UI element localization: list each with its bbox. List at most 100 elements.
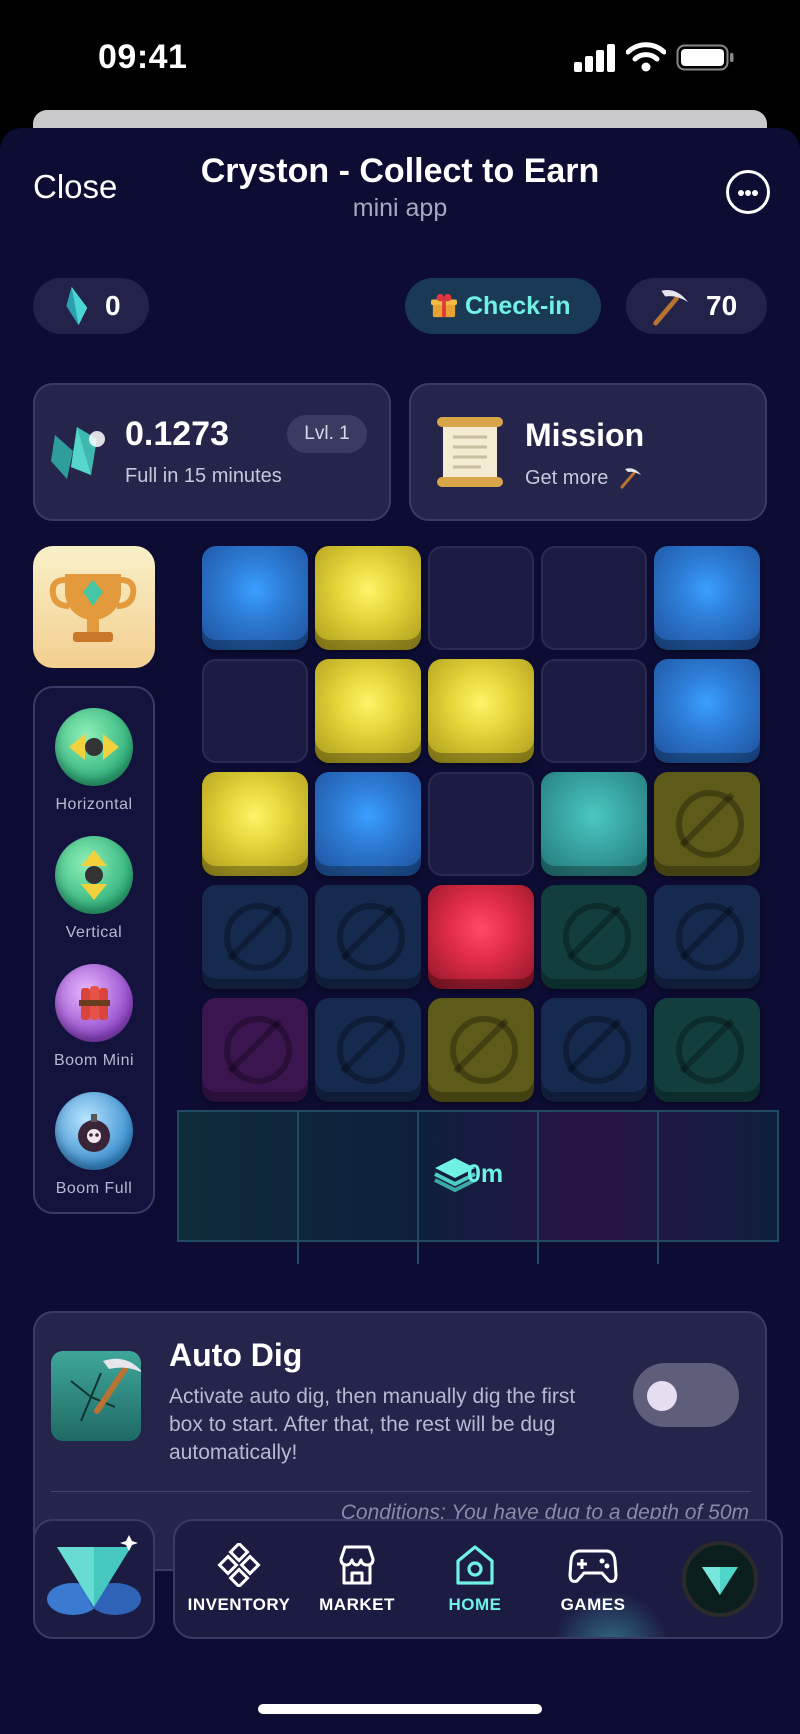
dynamite-icon xyxy=(79,986,110,1020)
vertical-orb-icon xyxy=(55,836,133,914)
nav-inventory[interactable]: INVENTORY xyxy=(183,1543,295,1615)
auto-dig-description: Activate auto dig, then manually dig the… xyxy=(169,1385,576,1464)
depth-indicator: 0m xyxy=(177,1110,779,1264)
depth-divider xyxy=(537,1112,539,1264)
tool-horizontal[interactable]: Horizontal xyxy=(35,708,153,814)
grid-cell-yellow[interactable] xyxy=(315,659,421,763)
depth-divider xyxy=(417,1112,419,1264)
cracked-block-pickaxe-icon xyxy=(70,1358,141,1422)
more-dot xyxy=(738,190,744,196)
home-icon xyxy=(456,1545,494,1585)
level-badge: Lvl. 1 xyxy=(287,415,367,453)
grid-cell-empty[interactable] xyxy=(428,772,534,876)
gamepad-icon xyxy=(568,1549,618,1583)
pickaxe-balance: 70 xyxy=(626,278,767,334)
mini-app-sheet: Close Cryston - Collect to Earn mini app… xyxy=(0,128,800,1734)
tool-boom-full[interactable]: Boom Full xyxy=(35,1092,153,1198)
vertical-arrows-icon xyxy=(81,850,107,900)
grid-cell-empty[interactable] xyxy=(202,659,308,763)
grid-cell-locked xyxy=(541,998,647,1102)
tool-label: Boom Mini xyxy=(53,1052,135,1069)
mining-rate-card[interactable]: 0.1273 Full in 15 minutes Lvl. 1 xyxy=(33,383,391,521)
mining-rate-value: 0.1273 xyxy=(125,415,229,453)
nav-label: MARKET xyxy=(319,1595,395,1614)
battery-icon xyxy=(676,44,734,71)
cryston-logo-icon xyxy=(702,1567,738,1595)
dig-grid xyxy=(202,546,760,1102)
tool-label: Vertical xyxy=(65,924,123,941)
grid-cell-locked xyxy=(654,998,760,1102)
scroll-icon xyxy=(437,417,503,487)
grid-cell-yellow[interactable] xyxy=(315,546,421,650)
mission-subtitle: Get more xyxy=(525,465,642,490)
pickaxe-icon xyxy=(653,289,689,326)
nav-label: HOME xyxy=(448,1595,502,1614)
grid-cell-empty[interactable] xyxy=(428,546,534,650)
status-bar: 09:41 xyxy=(0,0,800,110)
more-dot xyxy=(752,190,758,196)
bottom-nav: INVENTORY MARKET HOME GAMES xyxy=(173,1519,783,1639)
tool-vertical[interactable]: Vertical xyxy=(35,836,153,942)
grid-cell-locked xyxy=(202,998,308,1102)
divider xyxy=(51,1491,751,1492)
mission-card[interactable]: Mission Get more xyxy=(409,383,767,521)
gem-count: 0 xyxy=(105,290,121,321)
nav-market[interactable]: MARKET xyxy=(301,1543,413,1615)
grid-cell-blue[interactable] xyxy=(315,772,421,876)
nav-home[interactable]: HOME xyxy=(419,1543,531,1615)
boom-full-orb-icon xyxy=(55,1092,133,1170)
tool-boom-mini[interactable]: Boom Mini xyxy=(35,964,153,1070)
crystal-icon xyxy=(66,286,88,326)
tool-label: Boom Full xyxy=(55,1180,133,1197)
grid-cell-empty[interactable] xyxy=(541,659,647,763)
grid-cell-blue[interactable] xyxy=(654,659,760,763)
grid-cell-locked xyxy=(654,772,760,876)
crystal-logo-icon xyxy=(47,1535,141,1615)
nav-games[interactable]: GAMES xyxy=(537,1543,649,1615)
auto-dig-toggle[interactable] xyxy=(633,1363,739,1427)
auto-dig-icon xyxy=(51,1351,141,1441)
trophy-icon xyxy=(49,574,137,642)
grid-cell-teal[interactable] xyxy=(541,772,647,876)
grid-cell-yellow[interactable] xyxy=(428,659,534,763)
more-options-button[interactable] xyxy=(726,170,770,214)
nav-label: GAMES xyxy=(560,1595,626,1614)
horizontal-orb-icon xyxy=(55,708,133,786)
grid-cell-empty[interactable] xyxy=(541,546,647,650)
boom-mini-orb-icon xyxy=(55,964,133,1042)
wifi-icon xyxy=(626,42,666,72)
profile-button[interactable] xyxy=(682,1541,758,1617)
grid-cell-locked xyxy=(428,998,534,1102)
grid-cell-locked xyxy=(315,885,421,989)
checkin-label: Check-in xyxy=(465,291,571,320)
leaderboard-trophy-button[interactable] xyxy=(33,546,155,668)
grid-cell-blue[interactable] xyxy=(654,546,760,650)
nav-label: INVENTORY xyxy=(187,1595,291,1614)
mission-title: Mission xyxy=(525,417,645,453)
grid-cell-red[interactable] xyxy=(428,885,534,989)
app-title: Cryston - Collect to Earn xyxy=(200,152,600,190)
gift-icon xyxy=(431,293,457,318)
grid-cell-yellow[interactable] xyxy=(202,772,308,876)
auto-dig-title: Auto Dig xyxy=(169,1337,303,1373)
depth-value: 0m xyxy=(467,1160,504,1188)
status-time: 09:41 xyxy=(98,38,188,76)
home-indicator xyxy=(258,1704,542,1714)
mining-rate-subtitle: Full in 15 minutes xyxy=(125,465,282,487)
market-icon xyxy=(339,1545,375,1585)
toggle-knob xyxy=(647,1381,677,1411)
grid-cell-blue[interactable] xyxy=(202,546,308,650)
app-subtitle: mini app xyxy=(352,194,448,222)
grid-cell-locked xyxy=(315,998,421,1102)
depth-divider xyxy=(297,1112,299,1264)
pickaxe-icon xyxy=(620,468,641,489)
crystal-logo-button[interactable] xyxy=(33,1519,155,1639)
more-dot xyxy=(745,190,751,196)
mission-subtitle-text: Get more xyxy=(525,467,609,489)
horizontal-arrows-icon xyxy=(69,734,119,760)
checkin-button[interactable]: Check-in xyxy=(405,278,601,334)
cellular-signal-icon xyxy=(574,44,615,72)
grid-cell-locked xyxy=(654,885,760,989)
inventory-icon xyxy=(217,1543,261,1587)
grid-cell-locked xyxy=(541,885,647,989)
